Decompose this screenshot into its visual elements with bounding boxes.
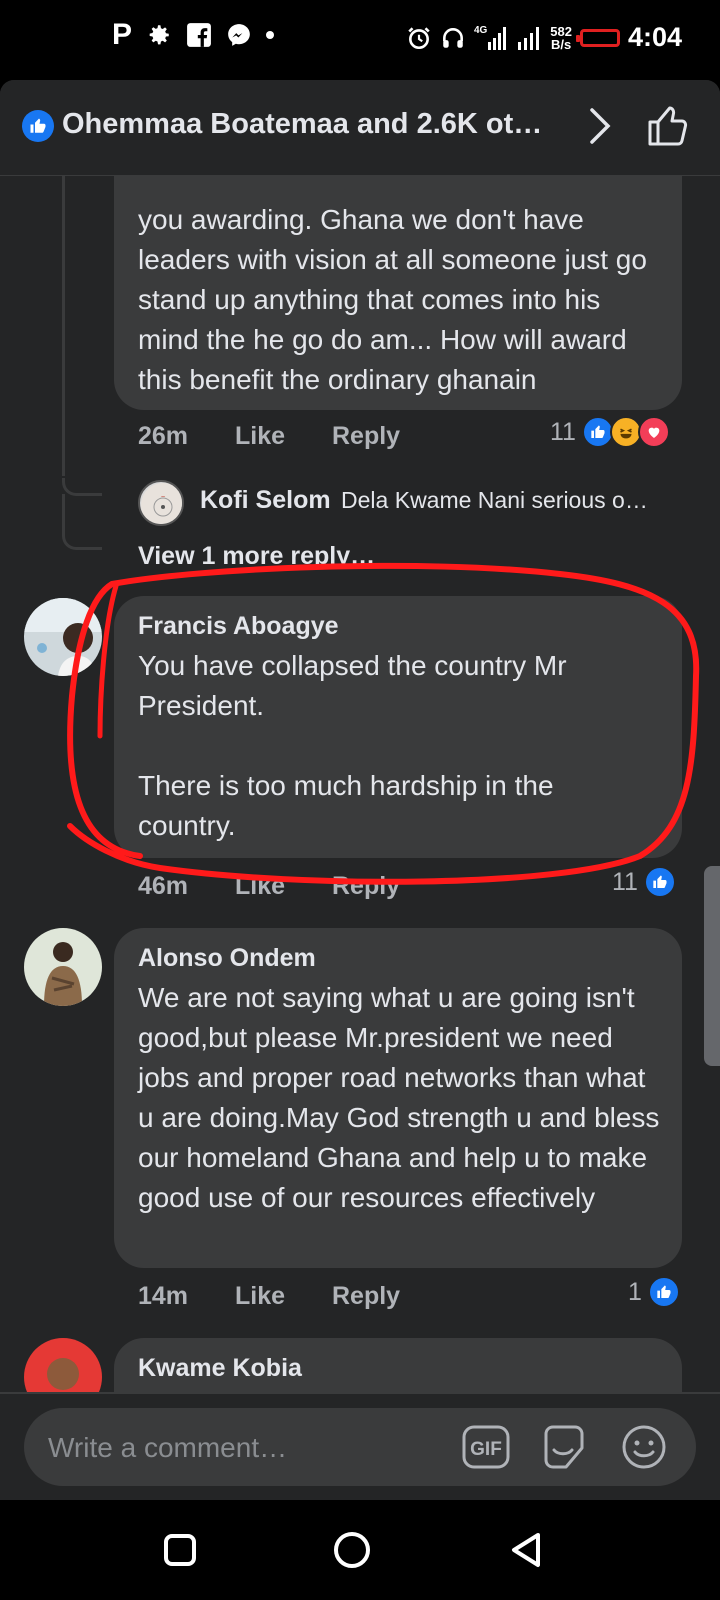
alarm-icon: [408, 26, 430, 49]
emoji-icon[interactable]: [620, 1424, 668, 1470]
facebook-icon: [187, 23, 211, 47]
svg-text:4G: 4G: [474, 25, 488, 36]
like-reaction-icon: [22, 110, 54, 142]
dot-icon: [266, 31, 275, 39]
system-navigation-bar: [0, 1500, 720, 1600]
messenger-icon: [228, 24, 250, 46]
comment-bubble[interactable]: you awarding. Ghana we don't have leader…: [114, 176, 682, 410]
comments-list[interactable]: you awarding. Ghana we don't have leader…: [0, 176, 720, 1392]
thread-connector: [62, 532, 102, 550]
reaction-count: 1: [628, 1277, 642, 1306]
status-bar: P 4G 582 B/s 4:04: [0, 0, 720, 80]
svg-text:GIF: GIF: [470, 1439, 502, 1460]
signal-icon: 4G: [474, 25, 507, 50]
notification-icons: P: [112, 18, 275, 51]
comment-actions: 26m Like Reply: [138, 422, 440, 451]
reply-preview[interactable]: Kofi Selom Dela Kwame Nani serious o…: [200, 486, 670, 515]
reply-link[interactable]: Reply: [332, 872, 400, 900]
signal-icon-2: [518, 26, 540, 50]
comment-actions: 14m Like Reply: [138, 1282, 440, 1311]
reaction-count: 11: [612, 867, 638, 896]
thread-line: [62, 494, 65, 534]
chevron-right-icon[interactable]: [580, 104, 620, 148]
avatar[interactable]: [24, 928, 102, 1006]
pinterest-icon: P: [112, 18, 133, 51]
settings-icon: [149, 25, 169, 45]
reaction-summary[interactable]: 1: [628, 1276, 680, 1308]
headphones-icon: [443, 27, 464, 48]
reaction-summary[interactable]: 11: [550, 416, 670, 448]
thread-line: [62, 176, 65, 476]
battery-icon: [575, 28, 620, 47]
comment-input[interactable]: Write a comment… GIF: [24, 1408, 696, 1486]
comment-actions: 46m Like Reply: [138, 872, 440, 901]
comment-author[interactable]: Kwame Kobia: [138, 1354, 302, 1383]
reaction-summary[interactable]: 11: [612, 866, 676, 898]
clock: 4:04: [627, 22, 682, 52]
avatar[interactable]: [24, 598, 102, 676]
view-more-replies-link[interactable]: View 1 more reply…: [138, 542, 375, 571]
like-reaction-icon: [647, 1276, 680, 1308]
comment-bubble[interactable]: Kwame Kobia: [114, 1338, 682, 1392]
comment-composer-bar: Write a comment… GIF: [0, 1392, 720, 1500]
reaction-count: 11: [550, 417, 576, 446]
comments-panel: Ohemmaa Boatemaa and 2.6K ot… you awardi…: [0, 80, 720, 1500]
avatar[interactable]: ~: [138, 480, 184, 526]
reply-link[interactable]: Reply: [332, 422, 400, 450]
comment-placeholder: Write a comment…: [48, 1432, 288, 1463]
comment-text-paragraph-2: There is too much hardship in the countr…: [138, 770, 554, 841]
scrollbar-thumb[interactable]: [704, 866, 720, 1066]
like-link[interactable]: Like: [235, 872, 285, 900]
reactors-title[interactable]: Ohemmaa Boatemaa and 2.6K ot…: [62, 108, 542, 141]
comment-time: 26m: [138, 422, 189, 450]
reply-link[interactable]: Reply: [332, 1282, 400, 1310]
reply-text: Dela Kwame Nani serious o…: [341, 487, 648, 513]
gif-icon[interactable]: GIF: [462, 1424, 510, 1470]
comment-author[interactable]: Alonso Ondem: [138, 944, 316, 973]
comment-text: you awarding. Ghana we don't have leader…: [138, 204, 647, 395]
net-speed: 582 B/s: [550, 23, 572, 52]
recents-icon[interactable]: [160, 1530, 200, 1570]
like-link[interactable]: Like: [235, 1282, 285, 1310]
system-icons: 4G 582 B/s 4:04: [406, 22, 682, 53]
reactions-header[interactable]: Ohemmaa Boatemaa and 2.6K ot…: [0, 80, 720, 176]
reply-author[interactable]: Kofi Selom: [200, 486, 331, 514]
avatar[interactable]: [24, 1338, 102, 1392]
comment-time: 46m: [138, 872, 189, 900]
thread-connector: [62, 478, 102, 496]
comment-bubble[interactable]: Alonso Ondem We are not saying what u ar…: [114, 928, 682, 1268]
home-icon[interactable]: [332, 1530, 372, 1570]
sticker-icon[interactable]: [540, 1424, 588, 1470]
comment-bubble[interactable]: Francis Aboagye You have collapsed the c…: [114, 596, 682, 858]
like-reaction-icon: [643, 866, 676, 898]
comment-text: We are not saying what u are going isn't…: [138, 982, 660, 1213]
comment-time: 14m: [138, 1282, 189, 1310]
back-icon[interactable]: [506, 1530, 546, 1570]
like-link[interactable]: Like: [235, 422, 285, 450]
comment-author[interactable]: Francis Aboagye: [138, 612, 339, 641]
love-reaction-icon: [637, 416, 670, 448]
like-button-icon[interactable]: [644, 102, 692, 150]
comment-text: You have collapsed the country Mr Presid…: [138, 650, 567, 721]
